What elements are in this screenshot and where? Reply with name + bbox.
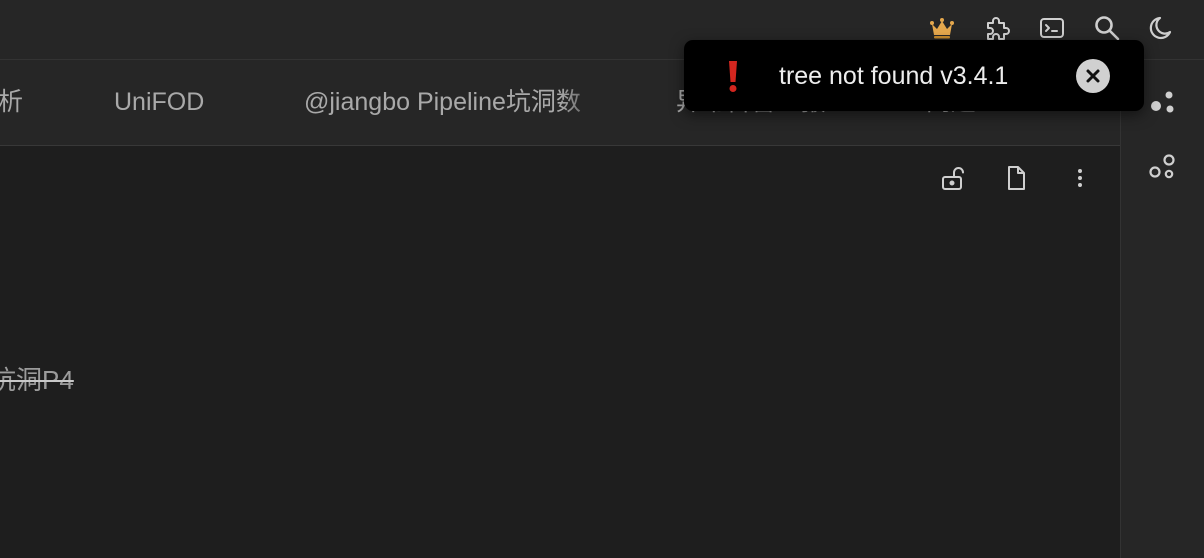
toast-message: tree not found v3.4.1 [779,62,1009,90]
graph-dots-icon[interactable] [1143,80,1183,120]
unlock-icon[interactable] [934,160,970,196]
tab-unifod[interactable]: UniFOD [114,85,204,119]
file-icon[interactable] [998,160,1034,196]
close-icon [1086,69,1100,83]
exclamation-icon [720,59,746,93]
moon-icon[interactable] [1144,10,1180,46]
graph-nodes-icon[interactable] [1143,146,1183,186]
tab-fade [560,60,610,145]
tab-1[interactable]: 析 [0,85,23,119]
error-toast: tree not found v3.4.1 [684,40,1144,111]
right-sidebar [1120,60,1204,558]
tab-pipeline[interactable]: @jiangbo Pipeline坑洞数 [304,85,581,119]
editor-pane: 坑洞P4 [0,146,1120,558]
more-vertical-icon[interactable] [1062,160,1098,196]
toast-close-button[interactable] [1076,59,1110,93]
struck-line-text[interactable]: 坑洞P4 [0,360,74,397]
